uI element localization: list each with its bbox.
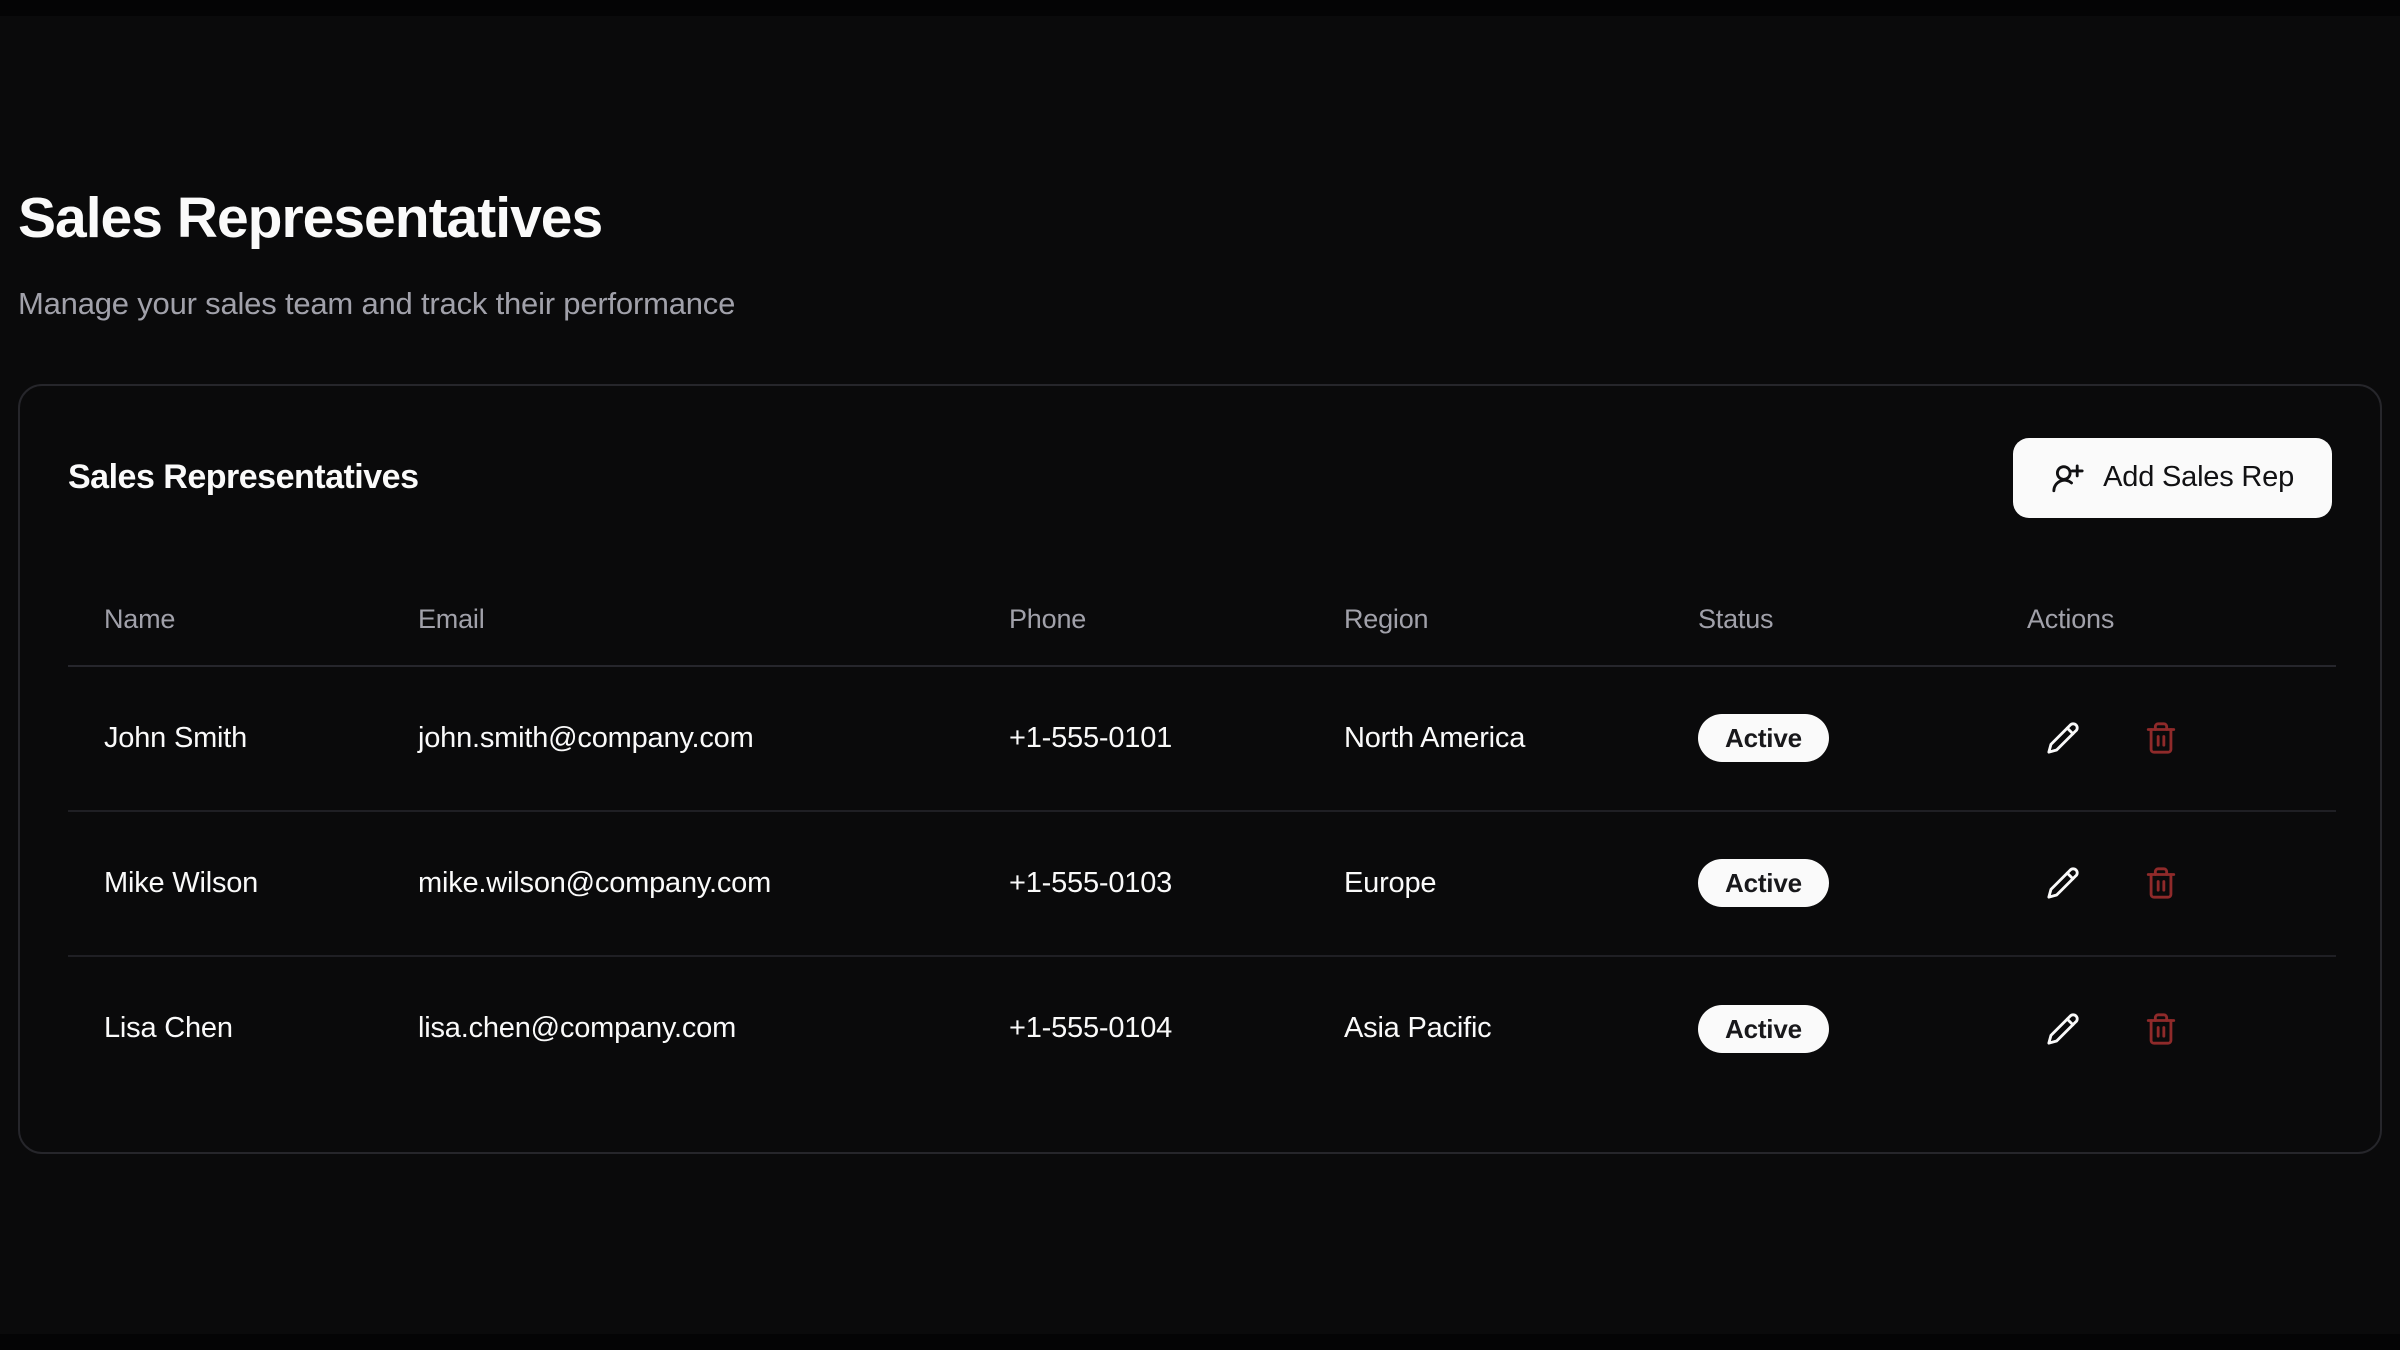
- card-title: Sales Representatives: [68, 458, 418, 497]
- table-header: Name Email Phone Region Status Actions: [68, 574, 2336, 666]
- rep-actions-cell: [1991, 956, 2336, 1101]
- trash-icon: [2144, 721, 2178, 755]
- status-badge: Active: [1698, 859, 1829, 907]
- table-row: John Smith john.smith@company.com +1-555…: [68, 666, 2336, 811]
- rep-email: mike.wilson@company.com: [382, 811, 973, 956]
- column-header-phone: Phone: [973, 574, 1308, 666]
- row-actions: [2043, 1009, 2300, 1049]
- status-badge: Active: [1698, 1005, 1829, 1053]
- rep-actions-cell: [1991, 811, 2336, 956]
- column-header-region: Region: [1308, 574, 1662, 666]
- delete-button[interactable]: [2141, 1009, 2181, 1049]
- rep-email: john.smith@company.com: [382, 666, 973, 811]
- pencil-icon: [2046, 1012, 2080, 1046]
- trash-icon: [2144, 866, 2178, 900]
- rep-phone: +1-555-0104: [973, 956, 1308, 1101]
- rep-email: lisa.chen@company.com: [382, 956, 973, 1101]
- user-plus-icon: [2051, 461, 2085, 495]
- rep-status-cell: Active: [1662, 956, 1991, 1101]
- row-actions: [2043, 718, 2300, 758]
- edit-button[interactable]: [2043, 863, 2083, 903]
- edit-button[interactable]: [2043, 718, 2083, 758]
- row-actions: [2043, 863, 2300, 903]
- edit-button[interactable]: [2043, 1009, 2083, 1049]
- sales-reps-card: Sales Representatives Add Sales Rep: [18, 384, 2382, 1154]
- rep-phone: +1-555-0101: [973, 666, 1308, 811]
- status-badge: Active: [1698, 714, 1829, 762]
- rep-phone: +1-555-0103: [973, 811, 1308, 956]
- rep-region: Asia Pacific: [1308, 956, 1662, 1101]
- top-edge: [0, 0, 2400, 16]
- rep-actions-cell: [1991, 666, 2336, 811]
- column-header-email: Email: [382, 574, 973, 666]
- delete-button[interactable]: [2141, 863, 2181, 903]
- rep-name: Mike Wilson: [68, 811, 382, 956]
- add-sales-rep-button[interactable]: Add Sales Rep: [2013, 438, 2332, 518]
- rep-region: North America: [1308, 666, 1662, 811]
- rep-status-cell: Active: [1662, 811, 1991, 956]
- table-row: Lisa Chen lisa.chen@company.com +1-555-0…: [68, 956, 2336, 1101]
- column-header-actions: Actions: [1991, 574, 2336, 666]
- sales-representatives-page: Sales Representatives Manage your sales …: [0, 0, 2400, 1154]
- rep-status-cell: Active: [1662, 666, 1991, 811]
- page-title: Sales Representatives: [18, 186, 2382, 252]
- table-body: John Smith john.smith@company.com +1-555…: [68, 666, 2336, 1101]
- table-row: Mike Wilson mike.wilson@company.com +1-5…: [68, 811, 2336, 956]
- pencil-icon: [2046, 866, 2080, 900]
- page-subtitle: Manage your sales team and track their p…: [18, 286, 2382, 322]
- column-header-name: Name: [68, 574, 382, 666]
- rep-region: Europe: [1308, 811, 1662, 956]
- rep-name: John Smith: [68, 666, 382, 811]
- pencil-icon: [2046, 721, 2080, 755]
- bottom-edge: [0, 1334, 2400, 1350]
- card-header: Sales Representatives Add Sales Rep: [68, 386, 2332, 518]
- column-header-status: Status: [1662, 574, 1991, 666]
- sales-reps-table: Name Email Phone Region Status Actions J…: [68, 574, 2336, 1101]
- delete-button[interactable]: [2141, 718, 2181, 758]
- add-sales-rep-label: Add Sales Rep: [2103, 461, 2294, 494]
- rep-name: Lisa Chen: [68, 956, 382, 1101]
- trash-icon: [2144, 1012, 2178, 1046]
